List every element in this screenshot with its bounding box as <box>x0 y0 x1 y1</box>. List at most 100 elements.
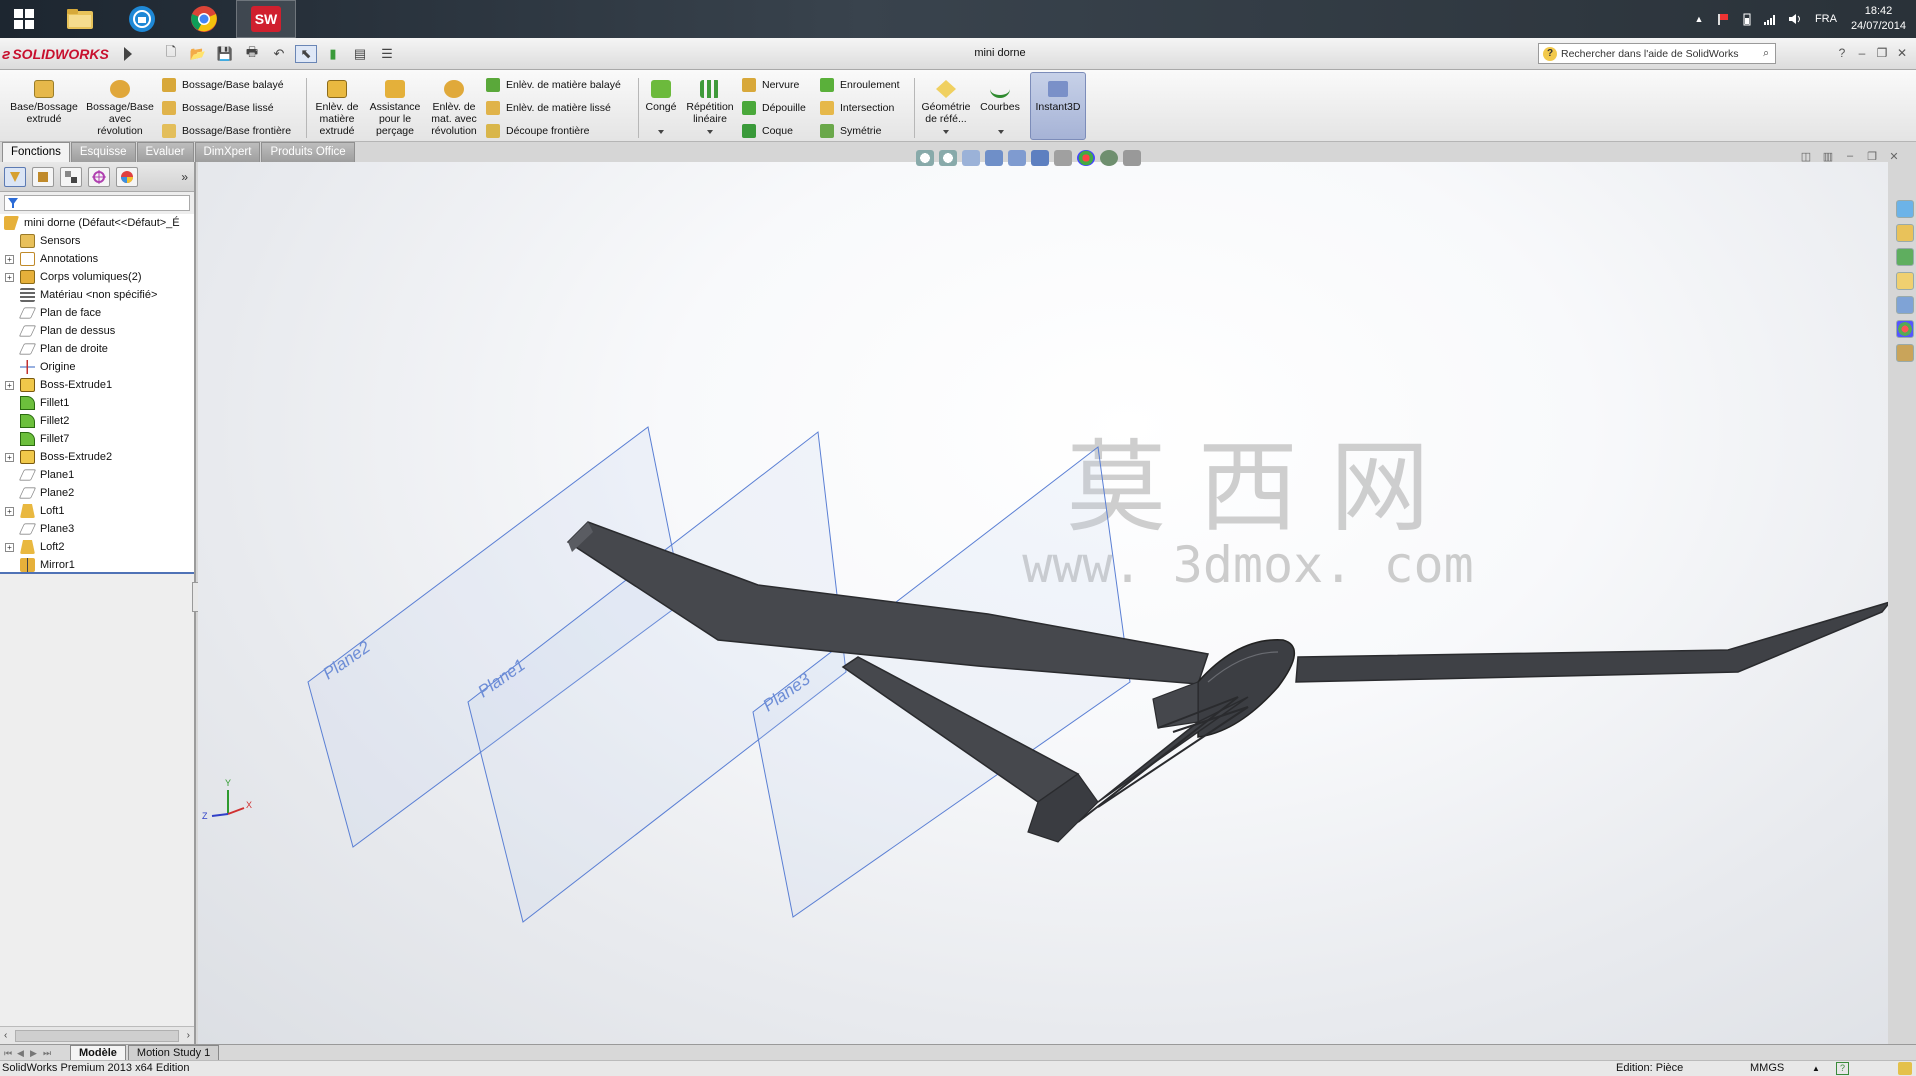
feature-tree-item[interactable]: Fillet2 <box>0 412 194 430</box>
search-files-icon[interactable] <box>1896 272 1914 290</box>
boundary-boss-button[interactable]: Bossage/Base frontière <box>162 122 291 140</box>
lofted-cut-button[interactable]: Enlèv. de matière lissé <box>486 99 611 117</box>
unit-system-dropdown-icon[interactable]: ▲ <box>1812 1061 1820 1076</box>
scroll-left-icon[interactable]: ‹ <box>4 1030 7 1041</box>
fillet-button[interactable]: Congé <box>642 80 680 113</box>
split-view-icon[interactable]: ◫ <box>1795 150 1817 164</box>
draft-button[interactable]: Dépouille <box>742 99 806 117</box>
swept-boss-button[interactable]: Bossage/Base balayé <box>162 76 284 94</box>
feature-tree-item[interactable]: Mirror1 <box>0 556 194 572</box>
feature-tree-filter[interactable] <box>4 195 190 211</box>
scroll-right-icon[interactable]: › <box>187 1030 190 1041</box>
help-search-box[interactable]: ? Rechercher dans l'aide de SolidWorks ⌕ <box>1538 43 1776 64</box>
close-icon[interactable]: ✕ <box>1892 46 1912 62</box>
boundary-cut-button[interactable]: Découpe frontière <box>486 122 589 140</box>
open-document-icon[interactable]: 📂 <box>187 45 209 63</box>
undo-icon[interactable]: ↶ <box>268 45 290 63</box>
tab-model[interactable]: Modèle <box>70 1045 126 1060</box>
edit-appearance-icon[interactable] <box>1077 150 1095 166</box>
revolved-boss-button[interactable]: Bossage/Base avec révolution <box>84 80 156 137</box>
unit-system[interactable]: MMGS <box>1750 1061 1784 1076</box>
configuration-manager-tab-icon[interactable] <box>60 166 82 187</box>
design-library-icon[interactable] <box>1896 224 1914 242</box>
extruded-boss-button[interactable]: Base/Bossage extrudé <box>6 80 82 125</box>
select-icon[interactable]: ⬉ <box>295 45 317 63</box>
hide-show-items-icon[interactable] <box>1054 150 1072 166</box>
start-button[interactable] <box>0 0 48 38</box>
instant3d-button[interactable]: Instant3D <box>1030 72 1086 140</box>
view-palette-icon[interactable] <box>1896 296 1914 314</box>
feature-tree-item[interactable]: Plane1 <box>0 466 194 484</box>
tray-chevron-icon[interactable]: ▲ <box>1691 11 1707 27</box>
feature-tree-item[interactable]: + Boss-Extrude2 <box>0 448 194 466</box>
hole-wizard-button[interactable]: Assistance pour le perçage <box>366 80 424 137</box>
display-manager-tab-icon[interactable] <box>116 166 138 187</box>
language-indicator[interactable]: FRA <box>1815 13 1837 25</box>
restore-icon[interactable]: ❐ <box>1872 46 1892 62</box>
feature-tree-item[interactable]: + Loft2 <box>0 538 194 556</box>
viewport-restore-icon[interactable]: ❐ <box>1861 150 1883 164</box>
property-manager-tab-icon[interactable] <box>32 166 54 187</box>
print-icon[interactable]: 🖶 <box>241 44 263 63</box>
rebuild-status-icon[interactable] <box>1898 1062 1912 1075</box>
expand-node-icon[interactable]: + <box>5 380 14 390</box>
tab-motion-study[interactable]: Motion Study 1 <box>127 1045 220 1060</box>
tile-view-icon[interactable]: ▥ <box>1817 150 1839 164</box>
feature-tree-item[interactable]: Plan de dessus <box>0 322 194 340</box>
feature-tree-horizontal-scrollbar[interactable]: ‹ › <box>0 1026 194 1044</box>
curves-dropdown-icon[interactable] <box>998 130 1004 134</box>
feature-tree-item[interactable]: Matériau <non spécifié> <box>0 286 194 304</box>
tab-produits-office[interactable]: Produits Office <box>261 142 355 162</box>
revolved-cut-button[interactable]: Enlèv. de mat. avec révolution <box>426 80 482 137</box>
battery-icon[interactable] <box>1739 11 1755 27</box>
minimize-icon[interactable]: – <box>1852 46 1872 62</box>
view-orientation-icon[interactable] <box>1008 150 1026 166</box>
feature-tree-item[interactable]: + Annotations <box>0 250 194 268</box>
expand-node-icon[interactable]: + <box>5 452 14 462</box>
viewport-close-icon[interactable]: ✕ <box>1883 150 1905 164</box>
intersect-button[interactable]: Intersection <box>820 99 894 117</box>
swept-cut-button[interactable]: Enlèv. de matière balayé <box>486 76 621 94</box>
file-explorer-icon[interactable] <box>1896 248 1914 266</box>
view-settings-icon[interactable] <box>1123 150 1141 166</box>
feature-tree-item[interactable]: Plan de droite <box>0 340 194 358</box>
feature-tree-item[interactable]: + Boss-Extrude1 <box>0 376 194 394</box>
feature-tree-item[interactable]: Plan de face <box>0 304 194 322</box>
feature-tree-item[interactable]: Sensors <box>0 232 194 250</box>
help-search-placeholder[interactable]: Rechercher dans l'aide de SolidWorks <box>1561 48 1763 60</box>
feature-tree-item[interactable]: Plane3 <box>0 520 194 538</box>
graphics-area[interactable]: 莫 西 网 www. 3dmox. com Plane2 Plane1 Plan… <box>198 162 1888 1044</box>
expand-node-icon[interactable]: + <box>5 272 14 282</box>
expand-node-icon[interactable]: + <box>5 506 14 516</box>
section-view-icon[interactable] <box>985 150 1003 166</box>
signal-icon[interactable] <box>1763 11 1779 27</box>
taskbar-solidworks[interactable]: SW <box>236 0 296 38</box>
pattern-dropdown-icon[interactable] <box>707 130 713 134</box>
tab-dimxpert[interactable]: DimXpert <box>194 142 261 162</box>
tab-fonctions[interactable]: Fonctions <box>2 142 70 162</box>
solidworks-logo[interactable]: ƨ SOLIDWORKS <box>2 42 130 66</box>
options-icon[interactable]: ☰ <box>376 45 398 63</box>
feature-tree-item[interactable]: Plane2 <box>0 484 194 502</box>
shell-button[interactable]: Coque <box>742 122 793 140</box>
curves-button[interactable]: Courbes <box>976 80 1024 113</box>
quick-tips-icon[interactable]: ? <box>1836 1062 1849 1075</box>
new-document-icon[interactable]: 🗋 <box>160 44 182 63</box>
taskbar-explorer[interactable] <box>50 0 110 38</box>
appearances-icon[interactable] <box>1896 320 1914 338</box>
zoom-to-area-icon[interactable] <box>939 150 957 166</box>
feature-tree-root[interactable]: mini dorne (Défaut<<Défaut>_É <box>0 214 194 232</box>
feature-tree-item[interactable]: + Corps volumiques(2) <box>0 268 194 286</box>
taskbar-chrome[interactable] <box>174 0 234 38</box>
display-style-icon[interactable] <box>1031 150 1049 166</box>
clock[interactable]: 18:42 24/07/2014 <box>1851 4 1906 34</box>
feature-tree-item[interactable]: Origine <box>0 358 194 376</box>
feature-tree-item[interactable]: + Loft1 <box>0 502 194 520</box>
expand-node-icon[interactable]: + <box>5 254 14 264</box>
prev-tab-icon[interactable]: ◀ <box>17 1048 30 1060</box>
reference-geometry-button[interactable]: Géométrie de réfé... <box>918 80 974 125</box>
feature-tree-item[interactable]: Fillet1 <box>0 394 194 412</box>
apply-scene-icon[interactable] <box>1100 150 1118 166</box>
dimxpert-manager-tab-icon[interactable] <box>88 166 110 187</box>
custom-properties-icon[interactable] <box>1896 344 1914 362</box>
